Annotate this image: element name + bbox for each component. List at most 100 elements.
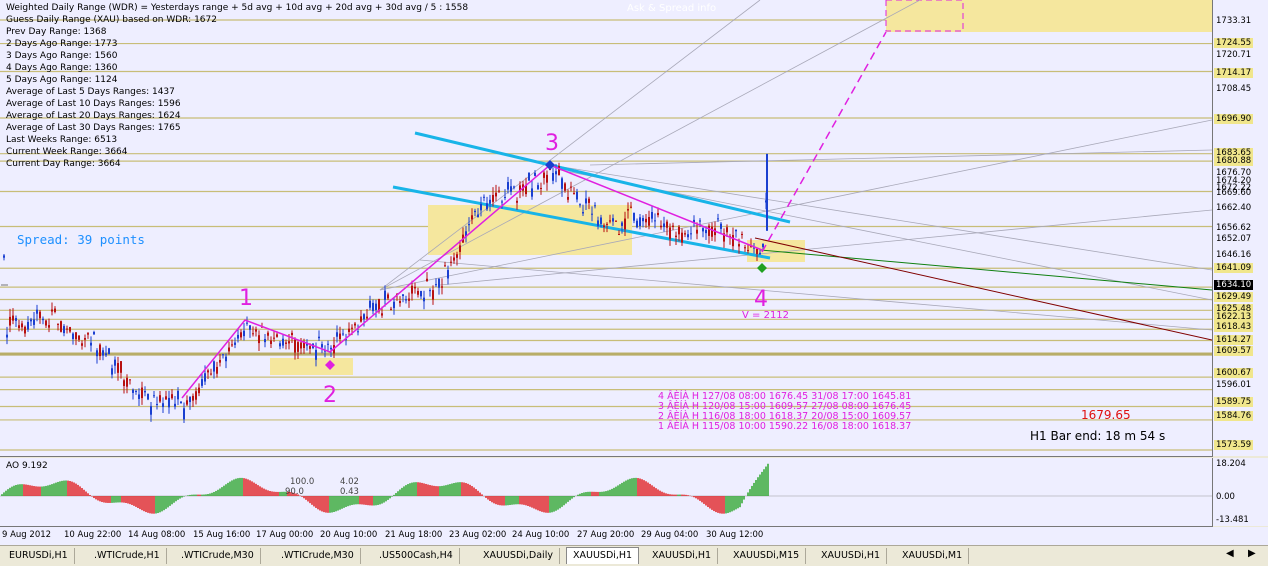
candle-body [330,347,332,350]
candle-body [606,223,608,225]
candle-body [48,325,50,328]
candle-body [3,255,5,258]
tab-xauusdi-h1[interactable]: XAUUSDi,H1 [815,548,888,564]
candle-body [561,178,563,189]
price-scale-label: 1641.09 [1214,263,1254,273]
candle-body [240,332,242,338]
tab-wticrude-m30[interactable]: .WTICrude,M30 [275,548,361,564]
candle-body [669,227,671,239]
candle-body [585,198,587,204]
tab-xauusdi-h1[interactable]: XAUUSDi,H1 [646,548,719,564]
candle-body [273,337,275,339]
candle-body [21,323,23,328]
tab-eurusdi-h1[interactable]: EURUSDi,H1 [3,548,75,564]
tab-xauusdi-m1[interactable]: XAUUSDi,M1 [896,548,970,564]
price-scale-label: 1618.43 [1214,322,1254,332]
price-scale-label: 1708.45 [1216,84,1252,94]
candle-body [159,395,161,402]
info-line: Average of Last 5 Days Ranges: 1437 [6,87,175,97]
candle-body [39,311,41,319]
price-scale[interactable]: 1733.31 1724.55 1720.71 1714.17 1708.45 1696.… [1213,0,1268,456]
price-scale-label: 1622.13 [1214,312,1254,322]
candle-body [660,225,662,228]
candle-body [588,198,590,203]
price-scale-label: 1656.62 [1216,223,1252,233]
candle-body [690,233,692,235]
candle-body [69,327,71,332]
candle-body [666,221,668,228]
price-scale-label: 1646.16 [1216,250,1252,260]
time-axis-label: 30 Aug 12:00 [706,530,764,540]
candle-body [123,380,125,386]
info-line: Guess Daily Range (XAU) based on WDR: 16… [6,15,217,25]
tab-xauusdi-m15[interactable]: XAUUSDi,M15 [727,548,807,564]
candle-body [642,218,644,222]
info-line: Last Weeks Range: 6513 [6,135,118,145]
trend-line [759,249,1212,291]
wave-label-4: 4 [754,287,768,312]
candle-body [339,333,341,340]
candle-body [381,313,383,316]
candle-body [501,201,503,203]
candle-body [480,204,482,211]
candle-body [696,229,698,234]
candle-body [393,301,395,309]
price-scale-label: 1696.90 [1214,114,1254,124]
price-scale-label: 1680.88 [1214,156,1254,166]
candle-body [156,403,158,406]
candle-body [417,290,419,295]
candle-body [87,333,89,335]
candle-body [672,225,674,227]
candle-body [516,200,518,203]
candle-body [468,224,470,226]
candle-body [138,394,140,399]
candle-body [219,359,221,363]
candle-body [711,226,713,237]
candle-body [102,350,104,356]
candle-body [177,390,179,400]
candle-body [705,229,707,234]
candle-body [54,308,56,312]
candle-body [567,196,569,200]
demand-zone [270,358,353,375]
candle-body [198,387,200,394]
candle-body [432,290,434,300]
tab-us500cash-h4[interactable]: .US500Cash,H4 [373,548,460,564]
candle-body [492,194,494,202]
tab-wticrude-m30[interactable]: .WTICrude,M30 [175,548,261,564]
candle-body [651,211,653,219]
candle-body [558,165,560,175]
candle-body [105,353,107,356]
candle-body [174,403,176,407]
candle-body [33,319,35,325]
ao-indicator-panel[interactable]: AO 9.192 100.0 90.0 4.02 0.43 [0,458,1213,527]
candle-body [657,212,659,216]
candle-body [582,212,584,214]
candle-body [552,172,554,181]
info-line: 2 Days Ago Range: 1773 [6,39,118,49]
price-scale-label: 1669.60 [1216,188,1252,198]
time-axis-label: 24 Aug 10:00 [512,530,570,540]
candle-body [108,348,110,355]
info-line: Average of Last 10 Days Ranges: 1596 [6,99,181,109]
price-scale-label: 1609.57 [1214,346,1254,356]
candle-body [609,220,611,222]
candle-body [699,220,701,222]
candle-body [438,278,440,288]
tab-wticrude-h1[interactable]: .WTICrude,H1 [88,548,167,564]
price-scale-label: 1614.27 [1214,335,1254,345]
tab-scroll-right-icon[interactable]: ▶ [1248,548,1256,559]
candle-body [84,338,86,340]
candle-body [180,401,182,404]
candle-body [300,342,302,349]
wave-table-row: 1 ÂÈÍÀ H 115/08 10:00 1590.22 16/08 18:0… [658,421,912,432]
candle-body [579,204,581,206]
tab-xauusdi-daily[interactable]: XAUUSDi,Daily [477,548,560,564]
tab-scroll-left-icon[interactable]: ◀ [1226,548,1234,559]
candle-body [399,301,401,304]
tab-xauusdi-h1[interactable]: XAUUSDi,H1 [566,547,640,564]
main-chart-area[interactable]: Ask & Spread info Weighted Daily Range (… [0,0,1213,457]
candle-body [414,286,416,289]
candle-body [192,395,194,401]
candle-body [648,217,650,226]
